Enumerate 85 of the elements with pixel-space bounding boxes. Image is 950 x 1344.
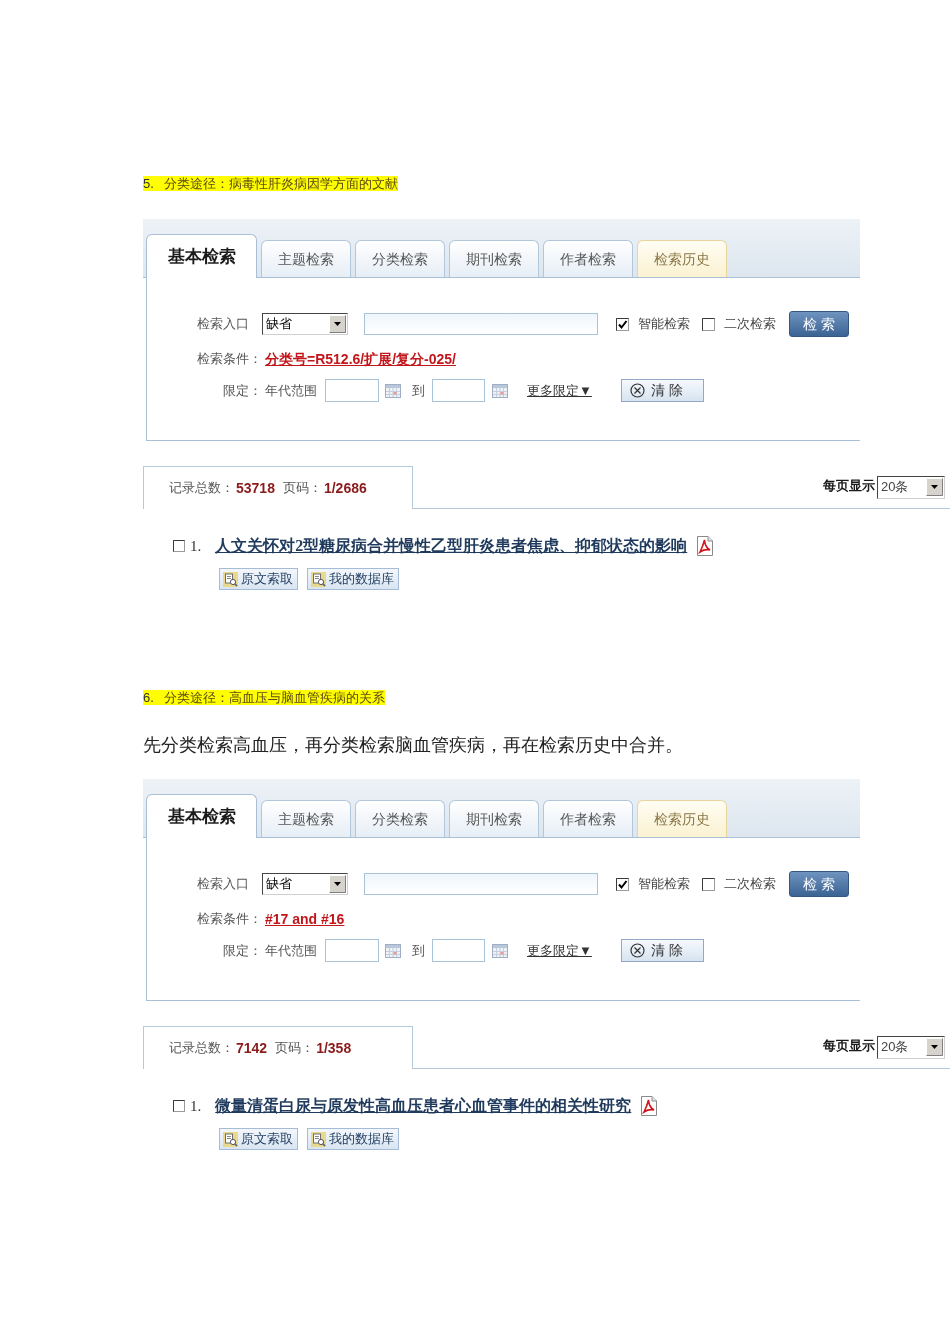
option-label: 智能检索 bbox=[638, 875, 690, 894]
query-field[interactable] bbox=[364, 873, 598, 895]
search-tab[interactable]: 分类检索 bbox=[355, 240, 445, 277]
entry-select[interactable]: 缺省 bbox=[262, 873, 348, 895]
option-label: 二次检索 bbox=[724, 315, 776, 334]
option-label: 二次检索 bbox=[724, 875, 776, 894]
search-tab[interactable]: 主题检索 bbox=[261, 800, 351, 837]
checkbox[interactable] bbox=[173, 540, 185, 552]
total-label: 记录总数： bbox=[169, 1039, 234, 1058]
field-label: 到 bbox=[412, 381, 425, 400]
page-label: 页码： bbox=[282, 479, 322, 498]
page-label: 页码： bbox=[275, 1039, 315, 1058]
search-tab[interactable]: 检索历史 bbox=[637, 240, 727, 277]
search-tab[interactable]: 作者检索 bbox=[543, 800, 633, 837]
pdf-file-icon[interactable] bbox=[640, 1096, 659, 1116]
field-label: 检索条件： bbox=[196, 910, 262, 929]
document-search-icon bbox=[311, 1131, 326, 1147]
condition-link[interactable]: 分类号=R512.6/扩展/复分-025/ bbox=[265, 348, 456, 370]
checkbox[interactable] bbox=[702, 877, 715, 891]
page-number: 1/2686 bbox=[323, 478, 367, 498]
page-number: 1/358 bbox=[316, 1038, 352, 1058]
more-limits-link[interactable]: 更多限定▼ bbox=[527, 940, 592, 961]
heading-number: 6. bbox=[143, 690, 164, 705]
field-label: 检索入口 bbox=[196, 315, 250, 334]
heading-number: 5. bbox=[143, 176, 164, 191]
checkbox[interactable] bbox=[173, 1100, 185, 1112]
field-label: 限定： bbox=[222, 381, 262, 400]
field-label: 年代范围 bbox=[265, 381, 317, 400]
checkbox[interactable] bbox=[616, 317, 629, 331]
pdf-file-icon[interactable] bbox=[696, 536, 715, 556]
instruction-text: 先分类检索高血压，再分类检索脑血管疾病，再在检索历史中合并。 bbox=[143, 735, 684, 755]
total-count: 53718 bbox=[236, 478, 275, 498]
search-tab[interactable]: 分类检索 bbox=[355, 800, 445, 837]
dropdown-arrow-icon[interactable] bbox=[329, 315, 346, 333]
search-tab[interactable]: 检索历史 bbox=[637, 800, 727, 837]
section-heading: 分类途径：病毒性肝炎病因学方面的文献 bbox=[163, 176, 398, 191]
more-limits-link[interactable]: 更多限定▼ bbox=[527, 380, 592, 401]
dropdown-arrow-icon[interactable] bbox=[926, 478, 943, 496]
total-count: 7142 bbox=[236, 1038, 268, 1058]
result-number: 1. bbox=[190, 536, 202, 556]
circled-x-icon bbox=[629, 943, 645, 958]
action-button[interactable]: 我的数据库 bbox=[307, 568, 399, 590]
result-title-link[interactable]: 微量清蛋白尿与原发性高血压患者心血管事件的相关性研究 bbox=[215, 1094, 632, 1118]
option-label: 智能检索 bbox=[638, 315, 690, 334]
per-page-label: 每页显示 bbox=[823, 477, 875, 496]
per-page-label: 每页显示 bbox=[823, 1037, 875, 1056]
year-to-field[interactable] bbox=[432, 939, 485, 962]
field-label: 检索入口 bbox=[196, 875, 250, 894]
field-label: 限定： bbox=[222, 941, 262, 960]
clear-button[interactable]: 清 除 bbox=[620, 379, 704, 402]
action-button[interactable]: 原文索取 bbox=[219, 1128, 298, 1150]
search-tab[interactable]: 主题检索 bbox=[261, 240, 351, 277]
checkbox[interactable] bbox=[616, 877, 629, 891]
total-label: 记录总数： bbox=[169, 479, 234, 498]
document-search-icon bbox=[223, 1131, 238, 1147]
entry-select[interactable]: 缺省 bbox=[262, 313, 348, 335]
query-field[interactable] bbox=[364, 313, 598, 335]
per-page-select[interactable]: 20条 bbox=[877, 475, 945, 499]
search-tab[interactable]: 基本检索 bbox=[146, 234, 257, 278]
document-search-icon bbox=[311, 571, 326, 587]
field-label: 检索条件： bbox=[196, 350, 262, 369]
search-tab[interactable]: 基本检索 bbox=[146, 794, 257, 838]
year-from-field[interactable] bbox=[325, 379, 379, 402]
result-number: 1. bbox=[190, 1096, 202, 1116]
action-button[interactable]: 我的数据库 bbox=[307, 1128, 399, 1150]
checkbox[interactable] bbox=[702, 317, 715, 331]
field-label: 年代范围 bbox=[265, 941, 317, 960]
document-search-icon bbox=[223, 571, 238, 587]
year-from-field[interactable] bbox=[325, 939, 379, 962]
field-label: 到 bbox=[412, 941, 425, 960]
dropdown-arrow-icon[interactable] bbox=[329, 875, 346, 893]
search-tab[interactable]: 作者检索 bbox=[543, 240, 633, 277]
dropdown-arrow-icon[interactable] bbox=[926, 1038, 943, 1056]
search-tab[interactable]: 期刊检索 bbox=[449, 800, 539, 837]
result-title-link[interactable]: 人文关怀对2型糖尿病合并慢性乙型肝炎患者焦虑、抑郁状态的影响 bbox=[215, 534, 688, 558]
section-heading: 分类途径：高血压与脑血管疾病的关系 bbox=[163, 690, 385, 705]
search-tab[interactable]: 期刊检索 bbox=[449, 240, 539, 277]
year-to-field[interactable] bbox=[432, 379, 485, 402]
action-button[interactable]: 原文索取 bbox=[219, 568, 298, 590]
clear-button[interactable]: 清 除 bbox=[620, 939, 704, 962]
circled-x-icon bbox=[629, 383, 645, 398]
search-button[interactable]: 检 索 bbox=[789, 311, 849, 337]
search-button[interactable]: 检 索 bbox=[789, 871, 849, 897]
per-page-select[interactable]: 20条 bbox=[877, 1035, 945, 1059]
condition-link[interactable]: #17 and #16 bbox=[265, 908, 345, 930]
